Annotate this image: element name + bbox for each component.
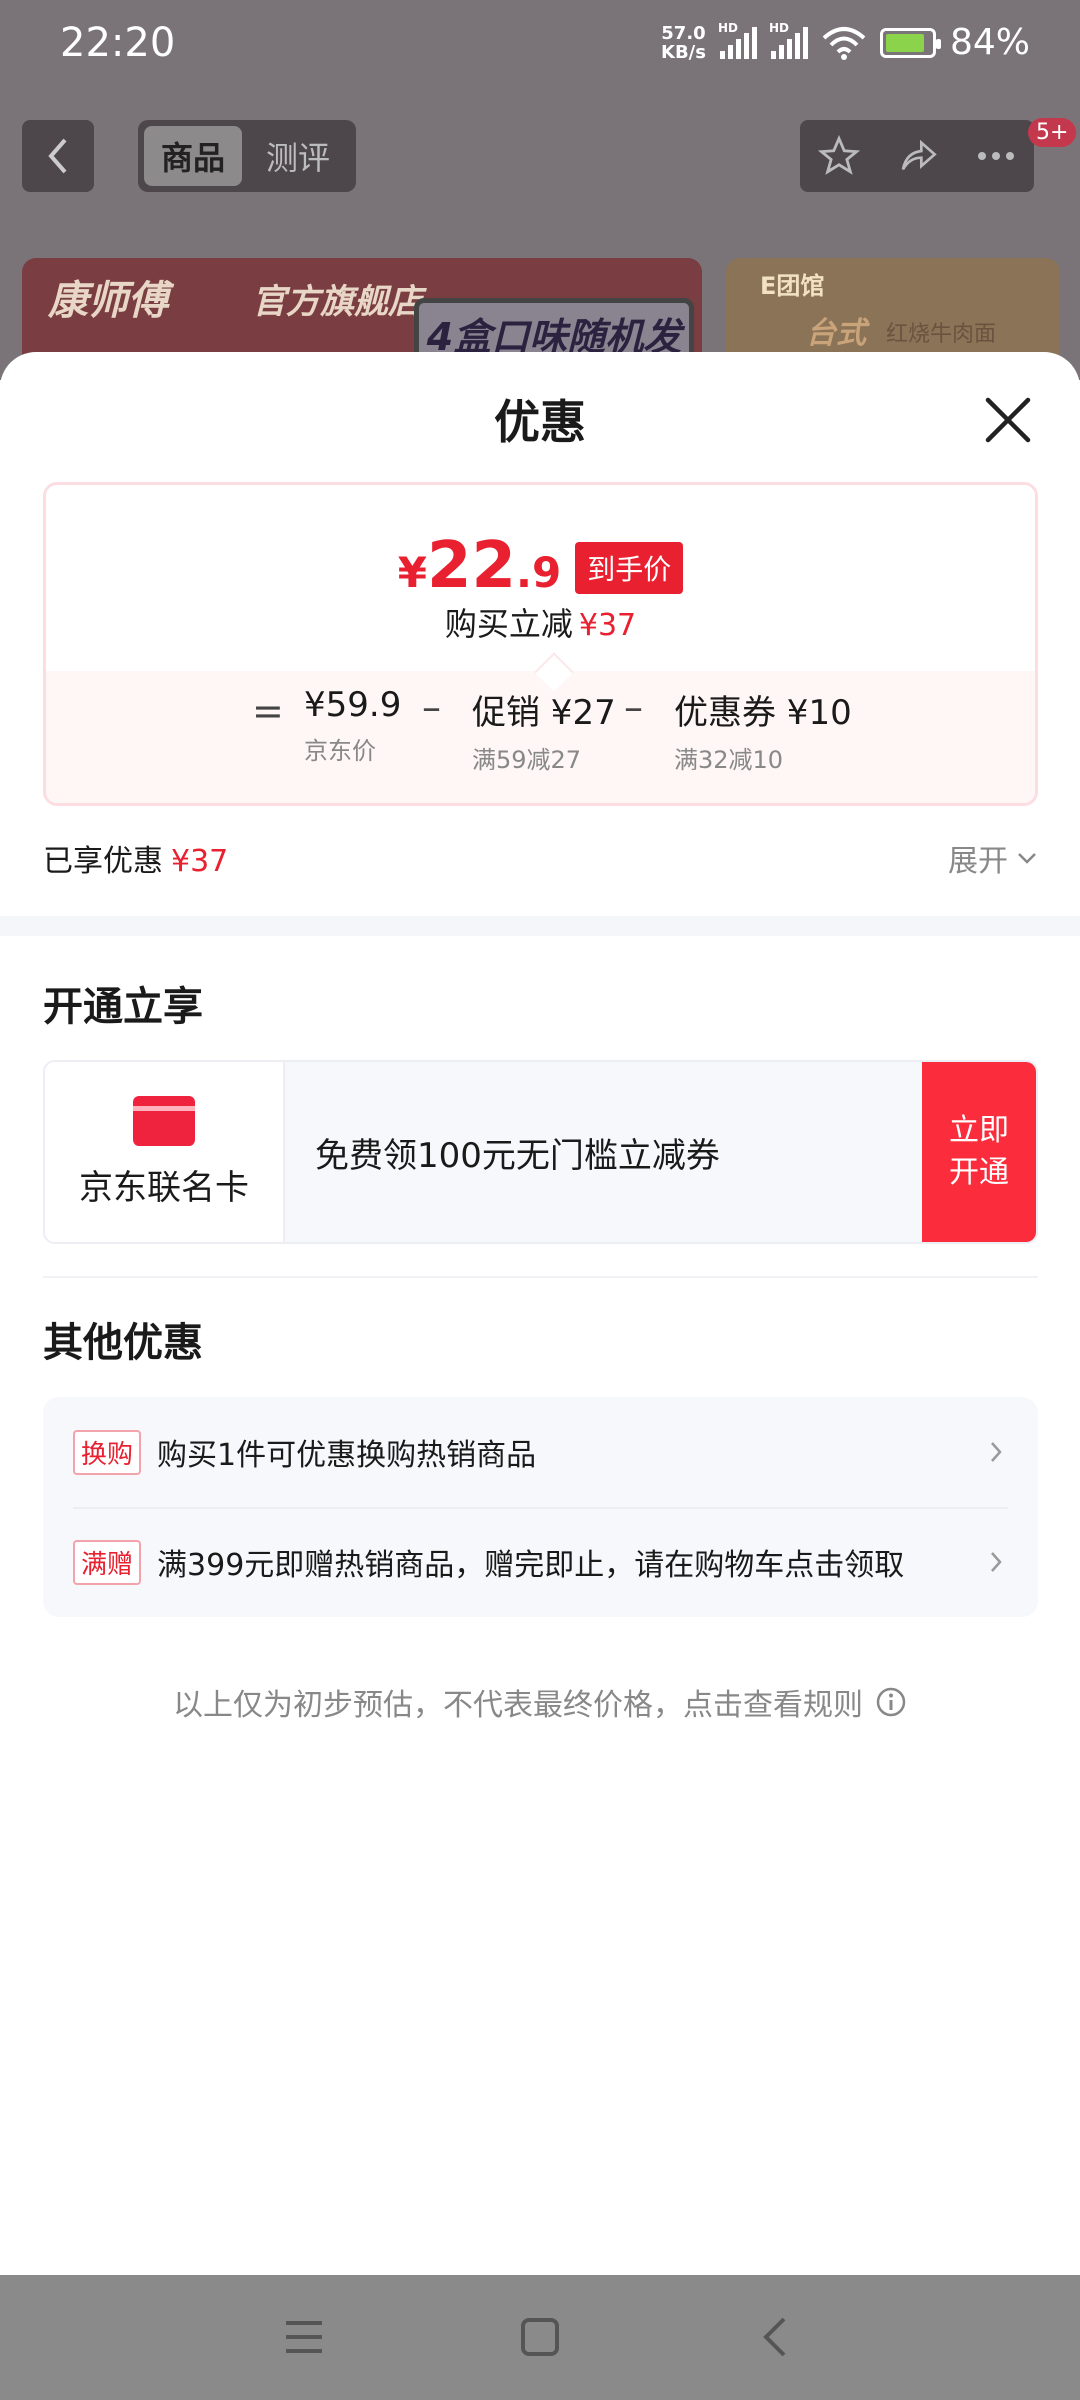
section-title-open: 开通立享 xyxy=(43,984,203,1030)
exchange-tag: 换购 xyxy=(73,1429,142,1475)
price-disclaimer[interactable]: 以上仅为初步预估，不代表最终价格，点击查看规则 xyxy=(0,1680,1080,1724)
status-time: 22:20 xyxy=(60,20,176,66)
tab-products[interactable]: 商品 xyxy=(144,126,242,186)
card-name: 京东联名卡 xyxy=(79,1167,249,1208)
menu-icon[interactable] xyxy=(282,2315,326,2359)
back-nav-icon[interactable] xyxy=(754,2315,798,2359)
price-breakdown-card: ¥ 22 .9 到手价 购买立减 ¥37 = ¥59.9 京东价 – 促销 ¥27… xyxy=(43,482,1038,806)
equals-sign: = xyxy=(252,689,284,733)
battery-percent: 84% xyxy=(949,22,1030,63)
sheet-title: 优惠 xyxy=(494,395,586,449)
status-bar: 22:20 57.0 KB/s HD HD 84% xyxy=(0,0,1080,95)
info-icon xyxy=(876,1687,906,1717)
jd-cobrand-card-offer[interactable]: 京东联名卡 免费领100元无门槛立减券 立即开通 xyxy=(43,1060,1038,1244)
star-icon[interactable] xyxy=(818,135,860,177)
discount-sheet: 优惠 ¥ 22 .9 到手价 购买立减 ¥37 = ¥59.9 京东价 – 促销… xyxy=(0,352,1080,2275)
enjoyed-discount: 已享优惠 ¥37 xyxy=(43,844,229,879)
status-indicators: 57.0 KB/s HD HD 84% xyxy=(661,21,1030,64)
network-speed: 57.0 KB/s xyxy=(661,22,706,63)
credit-card-icon xyxy=(133,1095,195,1146)
nav-tools xyxy=(800,120,1034,192)
final-price-tag: 到手价 xyxy=(575,542,684,594)
list-item-exchange[interactable]: 换购 购买1件可优惠换购热销商品 xyxy=(73,1397,1008,1507)
final-price: ¥ 22 .9 到手价 xyxy=(46,529,1035,603)
chevron-left-icon xyxy=(48,138,67,174)
chevron-right-icon xyxy=(991,1552,1002,1572)
formula-item-coupon: 优惠券 ¥10 满32减10 xyxy=(674,693,852,774)
minus-sign-2: – xyxy=(624,685,643,729)
minus-sign: – xyxy=(422,685,441,729)
chevron-right-icon xyxy=(991,1442,1002,1462)
instant-reduce: 购买立减 ¥37 xyxy=(444,605,637,643)
wifi-icon xyxy=(822,26,866,60)
tab-reviews[interactable]: 测评 xyxy=(250,126,346,186)
section-divider xyxy=(0,916,1080,936)
more-icon[interactable] xyxy=(976,150,1016,162)
message-badge: 5+ xyxy=(1028,118,1077,147)
gift-tag: 满赠 xyxy=(73,1539,142,1585)
card-offer-text: 免费领100元无门槛立减券 xyxy=(285,1062,922,1242)
share-icon[interactable] xyxy=(896,136,940,176)
chevron-down-icon xyxy=(1018,853,1036,864)
home-icon[interactable] xyxy=(518,2315,562,2359)
top-tab-switcher: 商品 测评 xyxy=(138,120,356,192)
list-item-gift[interactable]: 满赠 满399元即赠热销商品，赠完即止，请在购物车点击领取 xyxy=(73,1507,1008,1617)
battery-icon xyxy=(879,27,941,58)
open-now-button[interactable]: 立即开通 xyxy=(922,1062,1036,1242)
other-discounts-list: 换购 购买1件可优惠换购热销商品 满赠 满399元即赠热销商品，赠完即止，请在购… xyxy=(43,1397,1038,1617)
back-button[interactable] xyxy=(22,120,94,192)
background-page: 22:20 57.0 KB/s HD HD 84% 商品 测评 5+ 康师傅 官… xyxy=(0,0,1080,388)
formula-item-promotion: 促销 ¥27 满59减27 xyxy=(472,693,616,774)
signal-icon: HD xyxy=(718,21,757,59)
system-nav-bar xyxy=(0,2275,1080,2400)
signal-icon-2: HD xyxy=(769,21,808,59)
section-title-other: 其他优惠 xyxy=(43,1320,203,1366)
expand-button[interactable]: 展开 xyxy=(948,836,1038,880)
formula-item-jd-price: ¥59.9 京东价 xyxy=(304,685,402,765)
close-icon[interactable] xyxy=(978,390,1038,450)
